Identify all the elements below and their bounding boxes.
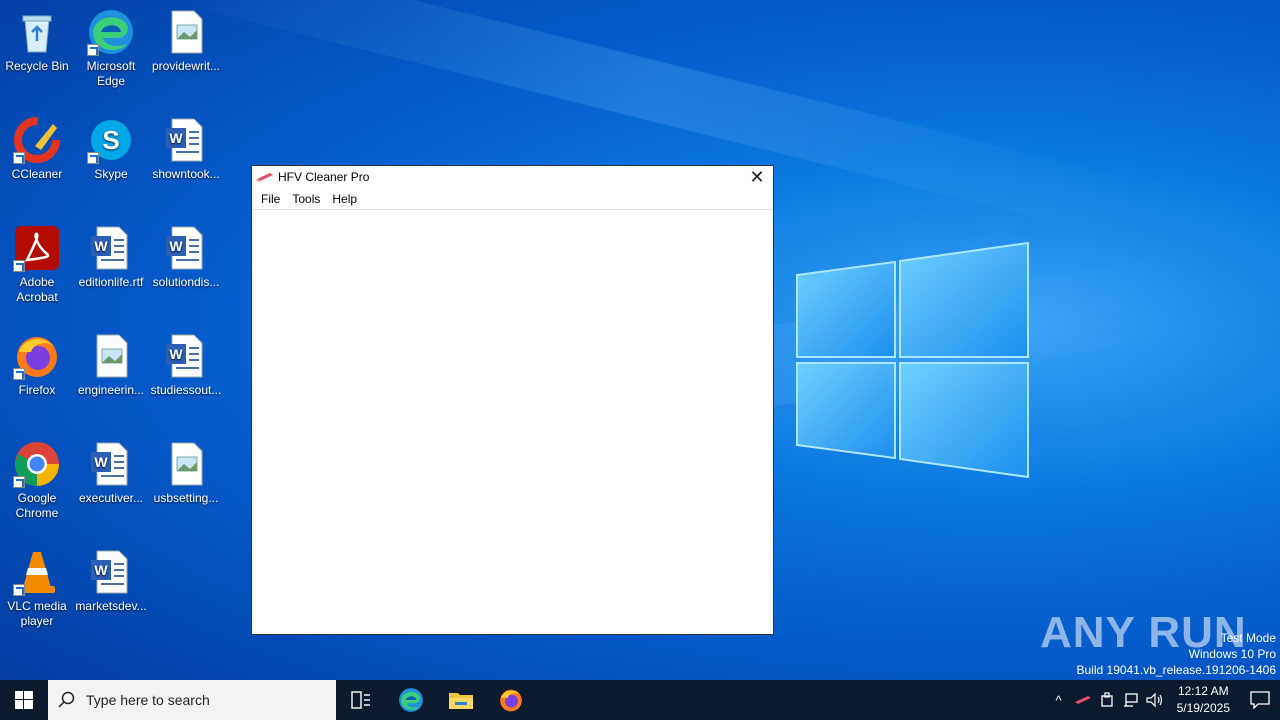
firefox-icon (500, 689, 522, 712)
desktop-icon-skype[interactable]: S Skype (74, 116, 148, 182)
desktop-icon-label: solutiondis... (152, 275, 220, 289)
search-icon (48, 691, 86, 709)
desktop-icon-label: executiver... (78, 491, 144, 505)
watermark-test-mode: Test Mode (1220, 631, 1276, 645)
desktop-icon-solutiondis[interactable]: W solutiondis... (149, 224, 223, 290)
start-button[interactable] (0, 680, 48, 720)
desktop-icon-label: Google Chrome (15, 491, 59, 520)
desktop-icon-google-chrome[interactable]: Google Chrome (0, 440, 74, 521)
volume-icon[interactable] (1143, 680, 1167, 720)
taskbar: Type here to search ^ 12:12 AM 5/19/2025 (0, 680, 1280, 720)
word-document-icon: W (162, 224, 210, 272)
svg-text:W: W (94, 454, 108, 470)
word-document-icon: W (87, 440, 135, 488)
taskbar-edge-button[interactable] (386, 680, 436, 720)
desktop-icon-label: engineerin... (77, 383, 145, 397)
hfv-cleaner-window[interactable]: HFV Cleaner Pro ✕ File Tools Help (251, 165, 774, 635)
action-center-button[interactable] (1240, 680, 1280, 720)
search-placeholder: Type here to search (86, 692, 210, 708)
svg-text:W: W (94, 562, 108, 578)
acrobat-icon (13, 224, 61, 272)
desktop-icon-label: showntook... (152, 167, 220, 181)
network-icon[interactable] (1119, 680, 1143, 720)
hfv-cleaner-tray-icon[interactable] (1071, 680, 1095, 720)
desktop-icon-label: VLC media player (7, 599, 67, 628)
desktop-icon-label: marketsdev... (75, 599, 147, 613)
task-view-button[interactable] (336, 680, 386, 720)
skype-icon: S (87, 116, 135, 164)
menu-file[interactable]: File (255, 192, 286, 206)
svg-text:W: W (169, 346, 183, 362)
desktop-icon-recycle-bin[interactable]: Recycle Bin (0, 8, 74, 74)
clock-date: 5/19/2025 (1176, 701, 1230, 715)
window-title: HFV Cleaner Pro (278, 170, 370, 184)
chevron-up-icon[interactable]: ^ (1047, 680, 1071, 720)
word-document-icon: W (87, 548, 135, 596)
firefox-icon (13, 332, 61, 380)
desktop-icon-adobe-acrobat[interactable]: Adobe Acrobat (0, 224, 74, 305)
word-document-icon: W (162, 332, 210, 380)
svg-text:W: W (94, 238, 108, 254)
taskbar-firefox-button[interactable] (486, 680, 536, 720)
watermark-edition: Windows 10 Pro (1188, 647, 1276, 661)
desktop-icon-showntook[interactable]: W showntook... (149, 116, 223, 182)
desktop-icon-label: Microsoft Edge (86, 59, 136, 88)
desktop-icon-label: Firefox (18, 383, 56, 397)
desktop-icon-usbsetting[interactable]: usbsetting... (149, 440, 223, 506)
desktop-icon-label: studiessout... (150, 383, 222, 397)
desktop-icon-label: providewrit... (151, 59, 221, 73)
task-view-icon (351, 691, 370, 709)
close-icon: ✕ (749, 166, 765, 187)
menu-help[interactable]: Help (326, 192, 363, 206)
taskbar-search-box[interactable]: Type here to search (48, 680, 336, 720)
word-document-icon: W (162, 116, 210, 164)
desktop-icon-firefox[interactable]: Firefox (0, 332, 74, 398)
window-client-area (252, 210, 773, 634)
desktop-icon-label: Skype (94, 167, 128, 181)
system-tray: ^ 12:12 AM 5/19/2025 (1047, 680, 1280, 720)
usb-device-icon[interactable] (1095, 680, 1119, 720)
desktop-icon-engineerin[interactable]: engineerin... (74, 332, 148, 398)
taskbar-file-explorer-button[interactable] (436, 680, 486, 720)
clock-time: 12:12 AM (1177, 684, 1229, 698)
close-button[interactable]: ✕ (741, 166, 773, 188)
desktop-icon-editionlife[interactable]: W editionlife.rtf (74, 224, 148, 290)
image-file-icon (162, 440, 210, 488)
chrome-icon (13, 440, 61, 488)
desktop-icon-marketsdev[interactable]: W marketsdev... (74, 548, 148, 614)
desktop-icon-providewrit[interactable]: providewrit... (149, 8, 223, 74)
vlc-icon (13, 548, 61, 596)
desktop-icon-label: Recycle Bin (5, 59, 69, 73)
recycle-bin-icon (13, 8, 61, 56)
desktop-icon-label: CCleaner (11, 167, 63, 181)
svg-text:W: W (169, 238, 183, 254)
desktop-icon-label: usbsetting... (153, 491, 219, 505)
menu-tools[interactable]: Tools (286, 192, 326, 206)
folder-icon (449, 693, 473, 709)
desktop-icon-studiessout[interactable]: W studiessout... (149, 332, 223, 398)
taskbar-clock[interactable]: 12:12 AM 5/19/2025 (1167, 683, 1240, 717)
desktop-icon-label: editionlife.rtf (78, 275, 144, 289)
windows-start-icon (15, 691, 33, 709)
word-document-icon: W (87, 224, 135, 272)
desktop-icon-microsoft-edge[interactable]: Microsoft Edge (74, 8, 148, 89)
image-file-icon (162, 8, 210, 56)
edge-icon (87, 8, 135, 56)
desktop-icon-vlc[interactable]: VLC media player (0, 548, 74, 629)
desktop-icon-executiver[interactable]: W executiver... (74, 440, 148, 506)
windows-logo (796, 241, 1029, 479)
app-icon (256, 173, 273, 182)
menu-bar: File Tools Help (252, 188, 773, 210)
notification-icon (1250, 691, 1270, 709)
image-file-icon (87, 332, 135, 380)
window-titlebar[interactable]: HFV Cleaner Pro ✕ (252, 166, 773, 188)
desktop-icon-label: Adobe Acrobat (16, 275, 58, 304)
desktop-icon-ccleaner[interactable]: CCleaner (0, 116, 74, 182)
svg-text:W: W (169, 130, 183, 146)
svg-text:S: S (102, 125, 119, 155)
os-watermark: Test Mode Windows 10 Pro Build 19041.vb_… (1077, 630, 1277, 678)
watermark-build: Build 19041.vb_release.191206-1406 (1076, 663, 1277, 677)
ccleaner-icon (13, 116, 61, 164)
edge-icon (399, 688, 423, 712)
